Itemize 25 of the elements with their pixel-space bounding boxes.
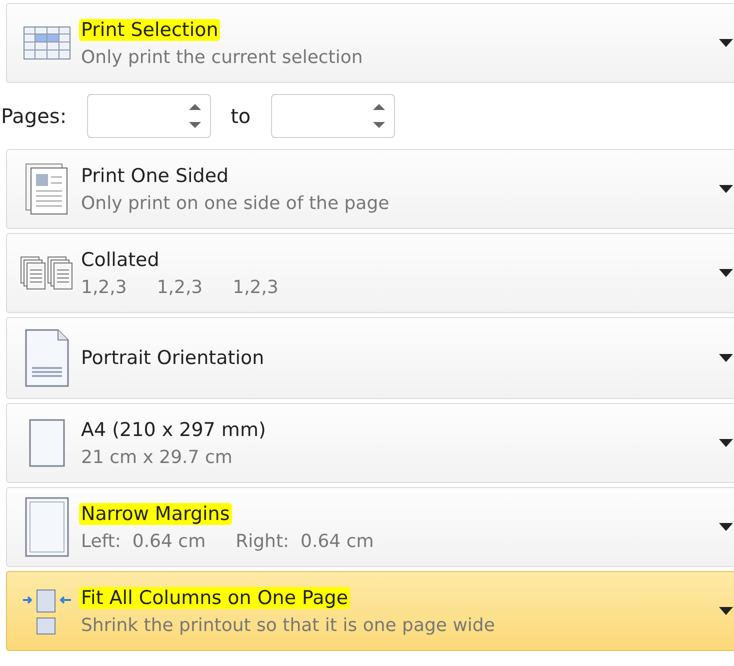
setting-description: 1,2,3 <box>80 276 128 298</box>
setting-title: Narrow Margins <box>79 502 232 524</box>
setting-dropdown[interactable]: Narrow Margins Left: 0.64 cm Right: 0.64 cm <box>6 487 734 567</box>
setting-title: Portrait Orientation <box>80 347 266 369</box>
setting-description: 21 cm x 29.7 cm <box>80 446 234 468</box>
setting-description: Only print the current selection <box>80 46 364 68</box>
setting-description: 1,2,3 <box>156 276 204 298</box>
setting-title: Collated <box>80 248 160 270</box>
setting-title: Print One Sided <box>80 164 230 186</box>
setting-title: Fit All Columns on One Page <box>79 586 350 608</box>
setting-dropdown[interactable]: Print Selection Only print the current selection <box>6 3 734 83</box>
pages-label: Pages: <box>1 104 67 128</box>
setting-dropdown[interactable]: Portrait Orientation <box>6 317 734 399</box>
setting-dropdown[interactable]: A4 (210 x 297 mm) 21 cm x 29.7 cm <box>6 403 734 483</box>
to-label: to <box>230 104 251 128</box>
setting-dropdown[interactable]: Collated 1,2,3 1,2,3 1,2,3 <box>6 233 734 313</box>
setting-title: A4 (210 x 297 mm) <box>80 418 267 440</box>
setting-dropdown[interactable]: Print One Sided Only print on one side of the page <box>6 149 734 229</box>
setting-description: Only print on one side of the page <box>80 192 390 214</box>
setting-description: Left: 0.64 cm <box>80 530 207 552</box>
setting-dropdown[interactable]: Fit All Columns on One Page Shrink the printout so that it is one page wide <box>6 571 734 651</box>
setting-description: Right: 0.64 cm <box>234 530 375 552</box>
setting-description: Shrink the printout so that it is one page wide <box>80 614 496 636</box>
setting-description: 1,2,3 <box>232 276 280 298</box>
setting-title: Print Selection <box>79 18 220 40</box>
